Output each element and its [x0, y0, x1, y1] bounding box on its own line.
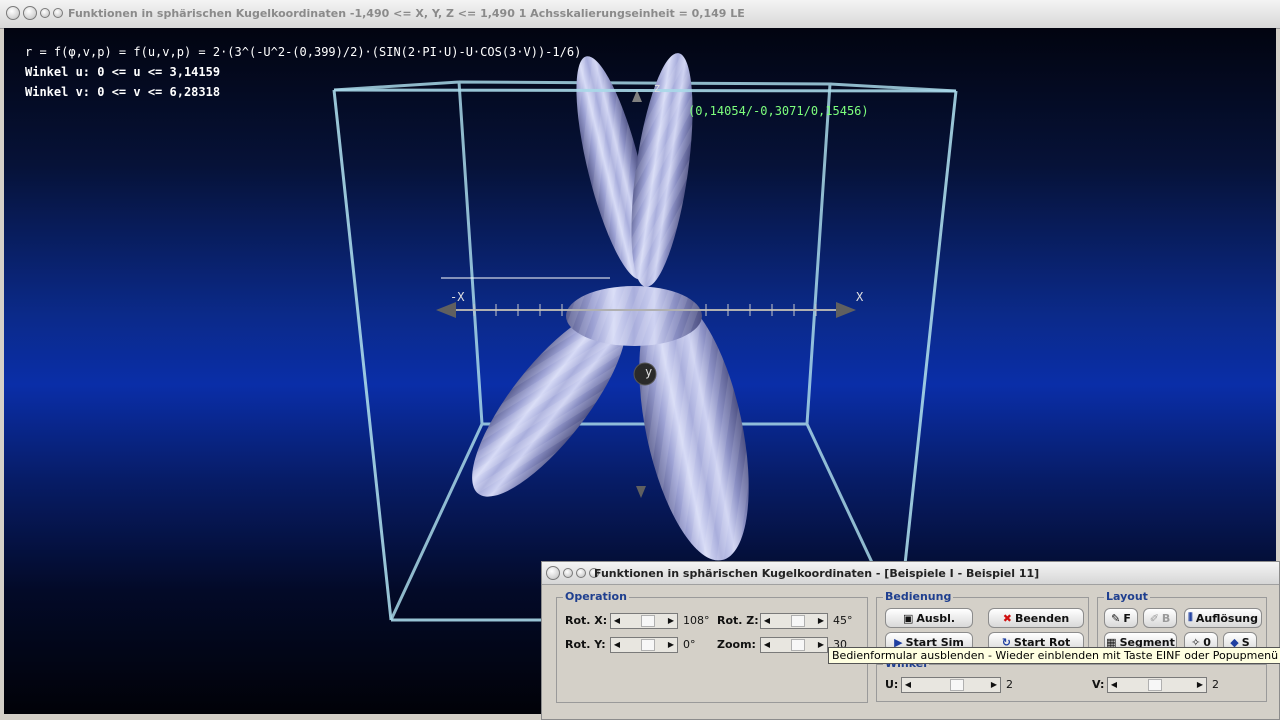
beenden-button-label: Beenden — [1014, 611, 1070, 625]
axis-z-label: Z — [654, 84, 661, 95]
operation-group-label: Operation — [563, 590, 629, 603]
font-icon: ✎ — [1111, 611, 1121, 625]
rot-x-value: 108° — [683, 614, 710, 627]
tooltip: Bedienformular ausblenden - Wieder einbl… — [828, 647, 1280, 664]
axis-y-label: y — [645, 365, 653, 379]
panel-window-controls — [546, 566, 599, 580]
rot-x-slider[interactable]: ◀ ▶ — [610, 613, 678, 629]
zoom-slider[interactable]: ◀ ▶ — [760, 637, 828, 653]
winkel-u-label: U: — [885, 678, 899, 691]
font-button-label: F — [1123, 611, 1131, 625]
beenden-button[interactable]: ✖ Beenden — [988, 608, 1084, 628]
arrow-right-icon[interactable]: ▶ — [1194, 678, 1206, 692]
winkel-u-slider[interactable]: ◀ ▶ — [901, 677, 1001, 693]
window-maximize-button[interactable] — [40, 8, 50, 18]
window-controls — [6, 6, 63, 20]
operation-group: Operation Rot. X: ◀ ▶ 108° Rot. Y: ◀ ▶ 0… — [556, 590, 868, 703]
range-v-text: Winkel v: 0 <= v <= 6,28318 — [25, 85, 221, 99]
slider-thumb[interactable] — [950, 679, 964, 691]
axis-x-label: X — [856, 290, 864, 304]
main-title-bar[interactable]: Funktionen in sphärischen Kugelkoordinat… — [0, 0, 1280, 29]
arrow-left-icon[interactable]: ◀ — [611, 614, 623, 628]
bedienung-group-label: Bedienung — [883, 590, 954, 603]
layout-group-label: Layout — [1104, 590, 1150, 603]
slider-thumb[interactable] — [791, 615, 805, 627]
rot-z-label: Rot. Z: — [717, 614, 759, 627]
winkel-v-value: 2 — [1212, 678, 1219, 691]
rot-z-slider[interactable]: ◀ ▶ — [760, 613, 828, 629]
winkel-group: Winkel U: ◀ ▶ 2 V: ◀ ▶ 2 — [876, 657, 1267, 702]
rot-y-slider[interactable]: ◀ ▶ — [610, 637, 678, 653]
brush-icon: ✐ — [1149, 611, 1159, 625]
aufloesung-button-label: Auflösung — [1195, 611, 1258, 625]
arrow-left-icon[interactable]: ◀ — [1108, 678, 1120, 692]
formula-text: r = f(φ,v,p) = f(u,v,p) = 2·(3^(-U^2-(0,… — [25, 45, 582, 59]
background-button-label: B — [1161, 611, 1171, 625]
slider-thumb[interactable] — [641, 615, 655, 627]
winkel-v-slider[interactable]: ◀ ▶ — [1107, 677, 1207, 693]
panel-minimize-button[interactable] — [563, 568, 573, 578]
window-title: Funktionen in sphärischen Kugelkoordinat… — [68, 7, 745, 20]
window-menu-button[interactable] — [6, 6, 20, 20]
slider-thumb[interactable] — [641, 639, 655, 651]
point-coordinates: (0,14054/-0,3071/0,15456) — [688, 104, 869, 118]
arrow-right-icon[interactable]: ▶ — [988, 678, 1000, 692]
winkel-u-value: 2 — [1006, 678, 1013, 691]
ausbl-button[interactable]: ▣ Ausbl. — [885, 608, 973, 628]
rot-y-label: Rot. Y: — [565, 638, 606, 651]
winkel-v-label: V: — [1092, 678, 1105, 691]
rot-z-value: 45° — [833, 614, 853, 627]
arrow-left-icon[interactable]: ◀ — [761, 614, 773, 628]
arrow-left-icon[interactable]: ◀ — [761, 638, 773, 652]
range-u-text: Winkel u: 0 <= u <= 3,14159 — [25, 65, 221, 79]
panel-menu-button[interactable] — [546, 566, 560, 580]
close-red-x-icon: ✖ — [1002, 611, 1012, 625]
panel-title: Funktionen in sphärischen Kugelkoordinat… — [594, 567, 1040, 580]
panel-title-bar[interactable]: Funktionen in sphärischen Kugelkoordinat… — [542, 562, 1279, 585]
axis-neg-x-label: -X — [450, 290, 465, 304]
aufloesung-button[interactable]: ⦀ Auflösung — [1184, 608, 1262, 628]
arrow-left-icon[interactable]: ◀ — [611, 638, 623, 652]
arrow-right-icon[interactable]: ▶ — [665, 638, 677, 652]
slider-thumb[interactable] — [791, 639, 805, 651]
arrow-left-icon[interactable]: ◀ — [902, 678, 914, 692]
rot-x-label: Rot. X: — [565, 614, 608, 627]
rot-y-value: 0° — [683, 638, 696, 651]
slider-thumb[interactable] — [1148, 679, 1162, 691]
resolution-icon: ⦀ — [1188, 611, 1193, 624]
arrow-right-icon[interactable]: ▶ — [815, 638, 827, 652]
control-panel[interactable]: Funktionen in sphärischen Kugelkoordinat… — [541, 561, 1280, 720]
font-button[interactable]: ✎ F — [1104, 608, 1138, 628]
ausbl-icon: ▣ — [902, 611, 914, 625]
ausbl-button-label: Ausbl. — [916, 611, 956, 625]
window-close-button[interactable] — [53, 8, 63, 18]
arrow-right-icon[interactable]: ▶ — [665, 614, 677, 628]
window-minimize-button[interactable] — [23, 6, 37, 20]
zoom-label: Zoom: — [717, 638, 756, 651]
background-button[interactable]: ✐ B — [1143, 608, 1177, 628]
panel-maximize-button[interactable] — [576, 568, 586, 578]
arrow-right-icon[interactable]: ▶ — [815, 614, 827, 628]
